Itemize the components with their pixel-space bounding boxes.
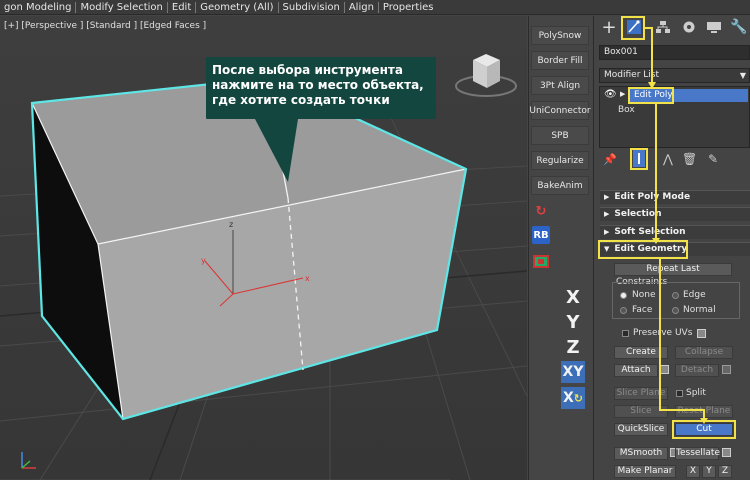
preserve-uvs-settings-icon[interactable] bbox=[697, 329, 706, 338]
make-unique-icon[interactable]: ⋀ bbox=[663, 152, 673, 166]
collapsed-triangle-icon: ▶ bbox=[604, 193, 610, 201]
preserve-uvs-label: Preserve UVs bbox=[633, 328, 693, 338]
constraint-face-radio[interactable] bbox=[620, 307, 627, 314]
callout-line-3: где хотите создать точки bbox=[212, 93, 390, 107]
rollout-selection[interactable]: ▶ Selection bbox=[600, 207, 750, 221]
axis-xy-button[interactable]: XY bbox=[561, 361, 585, 383]
preserve-uvs-checkbox[interactable] bbox=[622, 330, 629, 337]
axis-x-cycle-label: X bbox=[562, 390, 574, 406]
split-checkbox[interactable] bbox=[676, 390, 683, 397]
tutorial-callout: После выбора инструмента нажмите на то м… bbox=[206, 57, 436, 119]
quickslice-button[interactable]: QuickSlice bbox=[614, 423, 668, 436]
polysnow-button[interactable]: PolySnow bbox=[531, 26, 589, 45]
axis-x-cycle-button[interactable]: X ↻ bbox=[561, 387, 585, 409]
visibility-eye-icon[interactable]: 👁 bbox=[604, 89, 617, 100]
spb-button[interactable]: SPB bbox=[531, 126, 589, 145]
cycle-icon: ↻ bbox=[573, 391, 583, 405]
modify-tab-icon[interactable] bbox=[623, 18, 645, 36]
cut-button[interactable]: Cut bbox=[675, 423, 733, 436]
axis-z-button[interactable]: Z bbox=[561, 336, 585, 358]
3pt-align-button[interactable]: 3Pt Align bbox=[531, 76, 589, 95]
rollout-label: Edit Poly Mode bbox=[614, 192, 691, 202]
rollout-edit-geometry[interactable]: ▼ Edit Geometry bbox=[600, 242, 750, 256]
motion-tab-icon[interactable] bbox=[678, 18, 700, 36]
attach-button[interactable]: Attach bbox=[614, 364, 658, 377]
callout-line-2: нажмите на то место объекта, bbox=[212, 78, 424, 92]
constraint-none-label: None bbox=[632, 290, 656, 300]
collapse-button[interactable]: Collapse bbox=[675, 346, 733, 359]
remove-modifier-icon[interactable]: 🗑 bbox=[682, 152, 697, 166]
constraint-edge-radio[interactable] bbox=[672, 292, 679, 299]
dropdown-arrow-icon: ▼ bbox=[739, 71, 746, 80]
border-fill-button[interactable]: Border Fill bbox=[531, 51, 589, 70]
regularize-button[interactable]: Regularize bbox=[531, 151, 589, 170]
show-end-result-icon[interactable] bbox=[633, 150, 645, 167]
rollout-label: Soft Selection bbox=[614, 227, 686, 237]
constraint-normal-label: Normal bbox=[683, 305, 716, 315]
rb-button[interactable]: RB bbox=[532, 226, 550, 244]
rollout-soft-selection[interactable]: ▶ Soft Selection bbox=[600, 225, 750, 239]
constraint-face-label: Face bbox=[632, 305, 653, 315]
rollout-label: Selection bbox=[614, 209, 662, 219]
detach-button[interactable]: Detach bbox=[675, 364, 719, 377]
split-label: Split bbox=[686, 388, 706, 398]
make-planar-z-button[interactable]: Z bbox=[718, 465, 732, 478]
create-button[interactable]: Create bbox=[614, 346, 668, 359]
rollout-edit-poly-mode[interactable]: ▶ Edit Poly Mode bbox=[600, 190, 750, 204]
collapsed-triangle-icon: ▶ bbox=[604, 228, 610, 236]
slice-button[interactable]: Slice bbox=[614, 405, 668, 418]
utilities-tab-icon[interactable]: 🔧 bbox=[728, 18, 750, 36]
slice-plane-button[interactable]: Slice Plane bbox=[614, 387, 668, 400]
rollout-label: Edit Geometry bbox=[614, 244, 688, 254]
grid-tool-icon[interactable] bbox=[532, 252, 550, 270]
collapsed-triangle-icon: ▶ bbox=[604, 210, 610, 218]
repeat-last-button[interactable]: Repeat Last bbox=[614, 263, 732, 276]
refresh-icon[interactable]: ↻ bbox=[532, 202, 550, 220]
configure-sets-icon[interactable]: ✎ bbox=[708, 152, 718, 166]
expand-triangle-icon[interactable]: ▶ bbox=[620, 90, 625, 98]
display-tab-icon[interactable] bbox=[703, 18, 725, 36]
tessellate-button[interactable]: Tessellate bbox=[675, 447, 720, 460]
make-planar-x-button[interactable]: X bbox=[686, 465, 700, 478]
axis-y-button[interactable]: Y bbox=[561, 311, 585, 333]
modifier-list-label: Modifier List bbox=[604, 70, 659, 80]
stack-item-box[interactable]: Box bbox=[618, 105, 635, 116]
constraint-normal-radio[interactable] bbox=[672, 307, 679, 314]
stack-item-edit-poly[interactable]: Edit Poly bbox=[630, 89, 748, 102]
make-planar-button[interactable]: Make Planar bbox=[614, 465, 676, 478]
create-tab-icon[interactable]: + bbox=[598, 17, 620, 38]
tessellate-settings-icon[interactable] bbox=[722, 448, 731, 457]
constraint-edge-label: Edge bbox=[683, 290, 706, 300]
attach-settings-icon[interactable] bbox=[660, 365, 669, 374]
constraint-none-radio[interactable] bbox=[620, 292, 627, 299]
msmooth-button[interactable]: MSmooth bbox=[614, 447, 668, 460]
uniconnector-button[interactable]: UniConnector bbox=[529, 101, 591, 120]
reset-plane-button[interactable]: Reset Plane bbox=[675, 405, 733, 418]
expanded-triangle-icon: ▼ bbox=[604, 245, 610, 253]
axis-x-button[interactable]: X bbox=[561, 286, 585, 308]
pin-stack-icon[interactable]: 📌 bbox=[603, 153, 617, 166]
bakeanim-button[interactable]: BakeAnim bbox=[531, 176, 589, 195]
hierarchy-tab-icon[interactable] bbox=[652, 18, 674, 36]
detach-settings-icon[interactable] bbox=[722, 365, 731, 374]
make-planar-y-button[interactable]: Y bbox=[702, 465, 716, 478]
modifier-list-dropdown[interactable]: Modifier List ▼ bbox=[599, 68, 750, 83]
object-name-field[interactable]: Box001 bbox=[599, 45, 750, 60]
callout-line-1: После выбора инструмента bbox=[212, 63, 403, 77]
